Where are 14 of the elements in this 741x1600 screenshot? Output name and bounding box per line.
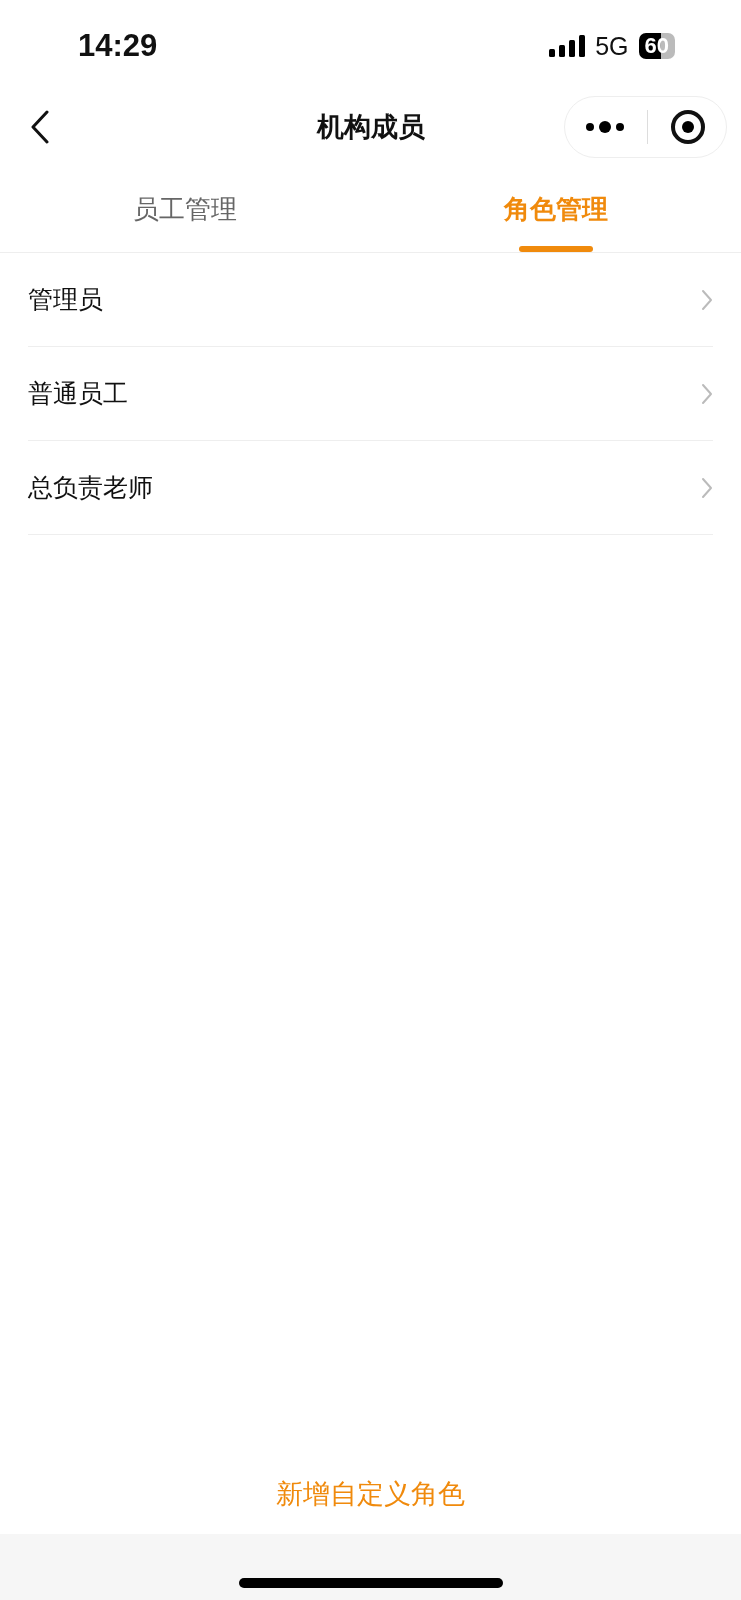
signal-icon — [549, 35, 586, 57]
chevron-icon — [701, 288, 713, 311]
back-icon[interactable] — [30, 110, 50, 144]
role-item[interactable]: 管理员 — [28, 253, 713, 347]
status-time: 14:29 — [78, 28, 158, 64]
page-title: 机构成员 — [316, 110, 425, 144]
close-icon[interactable] — [670, 109, 706, 145]
chevron-icon — [701, 476, 713, 499]
role-item[interactable]: 总负责老师 — [28, 441, 713, 535]
tab[interactable]: 员工管理 — [0, 166, 371, 252]
role-item[interactable]: 普通员工 — [28, 347, 713, 441]
chevron-icon — [701, 382, 713, 405]
network-label: 5G — [595, 31, 629, 61]
more-icon[interactable] — [585, 120, 625, 134]
